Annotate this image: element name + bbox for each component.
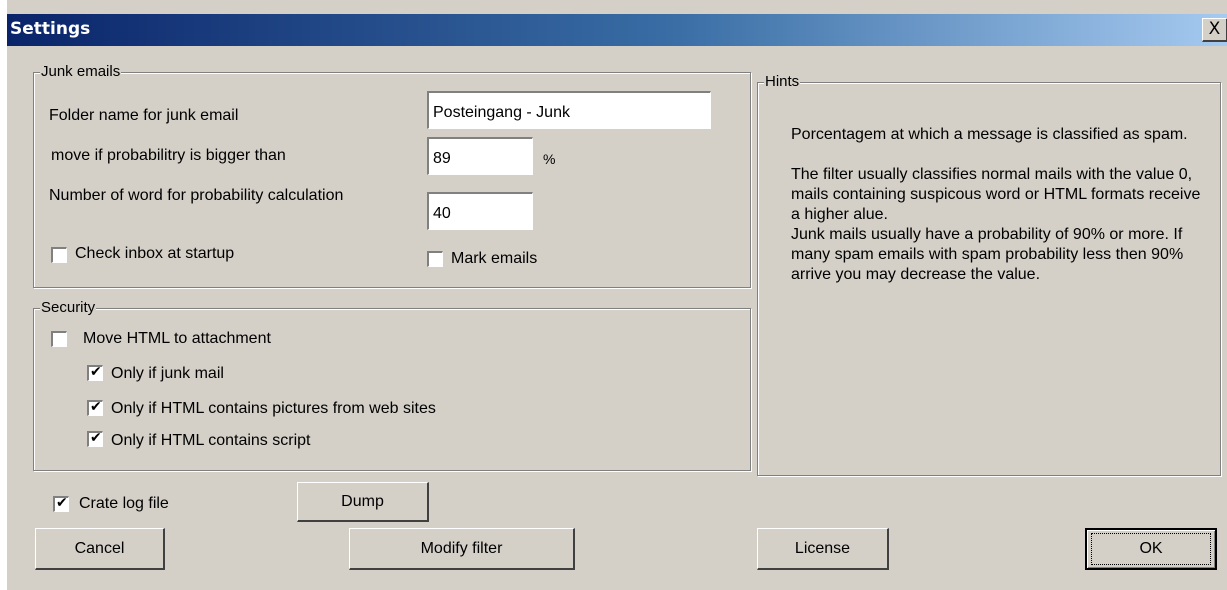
- move-probability-label: move if probabilitry is bigger than: [51, 147, 286, 164]
- only-pictures-checkmark-icon: ✔: [90, 399, 102, 415]
- only-junk-label: Only if junk mail: [111, 365, 224, 382]
- create-log-label: Crate log file: [79, 495, 169, 512]
- only-junk-checkmark-icon: ✔: [90, 364, 102, 380]
- only-script-checkbox[interactable]: ✔: [87, 430, 103, 447]
- only-pictures-checkbox[interactable]: ✔: [87, 399, 103, 416]
- ok-focus-rect: [1091, 533, 1211, 565]
- create-log-checkbox[interactable]: ✔: [53, 495, 69, 512]
- cancel-button[interactable]: Cancel: [35, 528, 165, 570]
- check-inbox-label: Check inbox at startup: [75, 245, 235, 262]
- only-script-checkmark-icon: ✔: [90, 430, 102, 446]
- license-button[interactable]: License: [757, 528, 889, 570]
- title-bar: Settings X: [7, 14, 1227, 46]
- word-count-input[interactable]: [427, 192, 533, 230]
- check-inbox-checkbox[interactable]: [51, 247, 67, 263]
- only-junk-checkbox[interactable]: ✔: [87, 364, 103, 381]
- word-count-label: Number of word for probability calculati…: [49, 187, 344, 204]
- mark-emails-checkbox[interactable]: [427, 251, 443, 267]
- junk-emails-legend: Junk emails: [40, 62, 122, 82]
- move-html-checkbox[interactable]: [51, 331, 67, 347]
- dump-button-label: Dump: [341, 493, 384, 510]
- license-button-label: License: [794, 540, 851, 557]
- percent-label: %: [543, 151, 556, 167]
- ok-button[interactable]: OK: [1085, 528, 1217, 570]
- create-log-checkmark-icon: ✔: [56, 495, 68, 511]
- modify-filter-button-label: Modify filter: [420, 540, 503, 557]
- hints-legend: Hints: [764, 72, 801, 92]
- dump-button[interactable]: Dump: [297, 482, 429, 522]
- folder-name-label: Folder name for junk email: [49, 107, 239, 124]
- mark-emails-label: Mark emails: [451, 250, 538, 267]
- only-script-label: Only if HTML contains script: [111, 432, 311, 449]
- close-button[interactable]: X: [1202, 18, 1227, 42]
- hints-text: Porcentagem at which a message is classi…: [791, 126, 1201, 283]
- close-icon: X: [1208, 19, 1221, 39]
- cancel-button-label: Cancel: [74, 540, 125, 557]
- security-legend: Security: [40, 298, 97, 318]
- settings-dialog: Settings X Junk emails Folder name for j…: [6, 0, 1227, 590]
- move-html-label: Move HTML to attachment: [83, 330, 271, 347]
- modify-filter-button[interactable]: Modify filter: [349, 528, 575, 570]
- probability-input[interactable]: [427, 137, 533, 175]
- junk-folder-input[interactable]: [427, 91, 711, 129]
- only-pictures-label: Only if HTML contains pictures from web …: [111, 400, 436, 417]
- window-title: Settings: [10, 19, 91, 39]
